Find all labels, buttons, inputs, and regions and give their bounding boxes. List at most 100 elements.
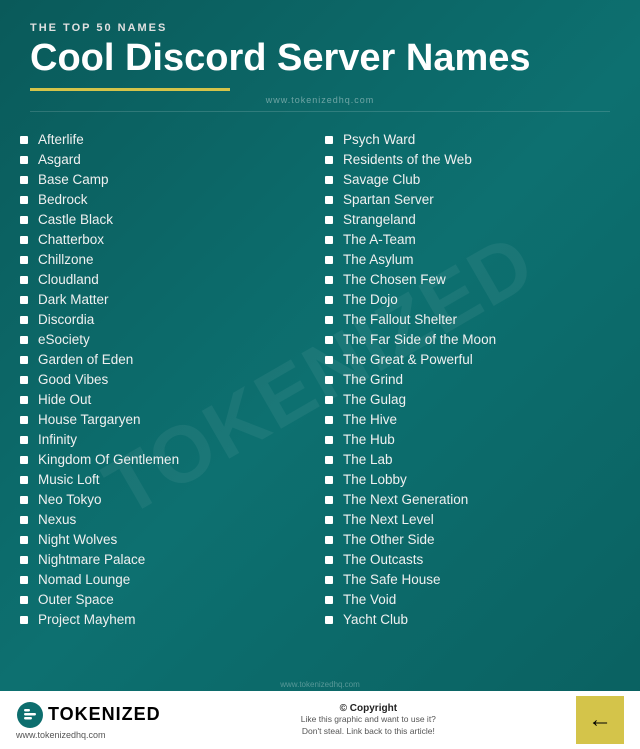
list-item: Base Camp xyxy=(20,170,315,190)
header-underline xyxy=(30,88,230,91)
bullet-icon xyxy=(20,356,28,364)
list-item: Kingdom Of Gentlemen xyxy=(20,450,315,470)
list-item: Good Vibes xyxy=(20,370,315,390)
item-label: eSociety xyxy=(38,332,90,347)
item-label: Afterlife xyxy=(38,132,84,147)
bullet-icon xyxy=(325,176,333,184)
list-item: The Far Side of the Moon xyxy=(325,330,620,350)
header-divider xyxy=(30,111,610,112)
item-label: The Grind xyxy=(343,372,403,387)
list-item: Discordia xyxy=(20,310,315,330)
bullet-icon xyxy=(325,576,333,584)
list-item: Savage Club xyxy=(325,170,620,190)
item-label: Project Mayhem xyxy=(38,612,136,627)
list-item: Project Mayhem xyxy=(20,610,315,630)
bullet-icon xyxy=(20,436,28,444)
copyright-title: © Copyright xyxy=(171,703,566,714)
bullet-icon xyxy=(20,316,28,324)
item-label: Good Vibes xyxy=(38,372,108,387)
item-label: The Chosen Few xyxy=(343,272,446,287)
bullet-icon xyxy=(20,176,28,184)
list-item: Nomad Lounge xyxy=(20,570,315,590)
item-label: The Asylum xyxy=(343,252,414,267)
list-item: Music Loft xyxy=(20,470,315,490)
header: THE TOP 50 NAMES Cool Discord Server Nam… xyxy=(0,0,640,130)
footer: TOKENIZED www.tokenizedhq.com © Copyrigh… xyxy=(0,691,640,749)
item-label: Strangeland xyxy=(343,212,416,227)
bullet-icon xyxy=(20,256,28,264)
bullet-icon xyxy=(20,136,28,144)
item-label: The A-Team xyxy=(343,232,416,247)
item-label: The Hub xyxy=(343,432,395,447)
footer-arrow-button[interactable]: ← xyxy=(576,696,624,744)
item-label: Infinity xyxy=(38,432,77,447)
item-label: Discordia xyxy=(38,312,94,327)
list-item: The Hive xyxy=(325,410,620,430)
list-item: The Grind xyxy=(325,370,620,390)
item-label: The Gulag xyxy=(343,392,406,407)
bullet-icon xyxy=(325,276,333,284)
item-label: Cloudland xyxy=(38,272,99,287)
list-item: The Fallout Shelter xyxy=(325,310,620,330)
content-area: AfterlifeAsgardBase CampBedrockCastle Bl… xyxy=(0,130,640,678)
bullet-icon xyxy=(20,336,28,344)
bullet-icon xyxy=(325,336,333,344)
list-item: Night Wolves xyxy=(20,530,315,550)
list-item: Chillzone xyxy=(20,250,315,270)
item-label: Base Camp xyxy=(38,172,109,187)
bullet-icon xyxy=(20,596,28,604)
footer-logo-text: TOKENIZED xyxy=(48,704,161,725)
list-item: The Lobby xyxy=(325,470,620,490)
list-item: The Void xyxy=(325,590,620,610)
header-url: www.tokenizedhq.com xyxy=(30,95,610,105)
list-item: Outer Space xyxy=(20,590,315,610)
footer-url-text: www.tokenizedhq.com xyxy=(16,730,161,740)
bullet-icon xyxy=(325,296,333,304)
item-label: Nexus xyxy=(38,512,76,527)
list-item: Infinity xyxy=(20,430,315,450)
list-item: Asgard xyxy=(20,150,315,170)
bullet-icon xyxy=(20,416,28,424)
item-label: House Targaryen xyxy=(38,412,141,427)
footer-url-watermark: www.tokenizedhq.com xyxy=(0,678,640,691)
list-item: Neo Tokyo xyxy=(20,490,315,510)
bullet-icon xyxy=(325,416,333,424)
list-item: The Chosen Few xyxy=(325,270,620,290)
bullet-icon xyxy=(325,496,333,504)
bullet-icon xyxy=(325,456,333,464)
bullet-icon xyxy=(325,196,333,204)
item-label: Music Loft xyxy=(38,472,100,487)
bullet-icon xyxy=(20,476,28,484)
list-item: The Gulag xyxy=(325,390,620,410)
bullet-icon xyxy=(20,276,28,284)
bullet-icon xyxy=(325,556,333,564)
bullet-icon xyxy=(325,536,333,544)
list-item: The Safe House xyxy=(325,570,620,590)
bullet-icon xyxy=(325,136,333,144)
list-item: eSociety xyxy=(20,330,315,350)
item-label: The Far Side of the Moon xyxy=(343,332,496,347)
list-item: The A-Team xyxy=(325,230,620,250)
list-item: Nexus xyxy=(20,510,315,530)
bullet-icon xyxy=(325,376,333,384)
list-item: Nightmare Palace xyxy=(20,550,315,570)
list-item: The Asylum xyxy=(325,250,620,270)
list-item: Strangeland xyxy=(325,210,620,230)
list-item: Bedrock xyxy=(20,190,315,210)
list-item: The Hub xyxy=(325,430,620,450)
list-item: Afterlife xyxy=(20,130,315,150)
item-label: Dark Matter xyxy=(38,292,109,307)
list-item: The Next Level xyxy=(325,510,620,530)
item-label: Neo Tokyo xyxy=(38,492,102,507)
bullet-icon xyxy=(325,596,333,604)
item-label: Asgard xyxy=(38,152,81,167)
item-label: The Safe House xyxy=(343,572,441,587)
item-label: Nightmare Palace xyxy=(38,552,145,567)
item-label: The Dojo xyxy=(343,292,398,307)
bullet-icon xyxy=(325,436,333,444)
bullet-icon xyxy=(325,216,333,224)
list-item: Yacht Club xyxy=(325,610,620,630)
bullet-icon xyxy=(20,216,28,224)
bullet-icon xyxy=(325,396,333,404)
list-item: Spartan Server xyxy=(325,190,620,210)
